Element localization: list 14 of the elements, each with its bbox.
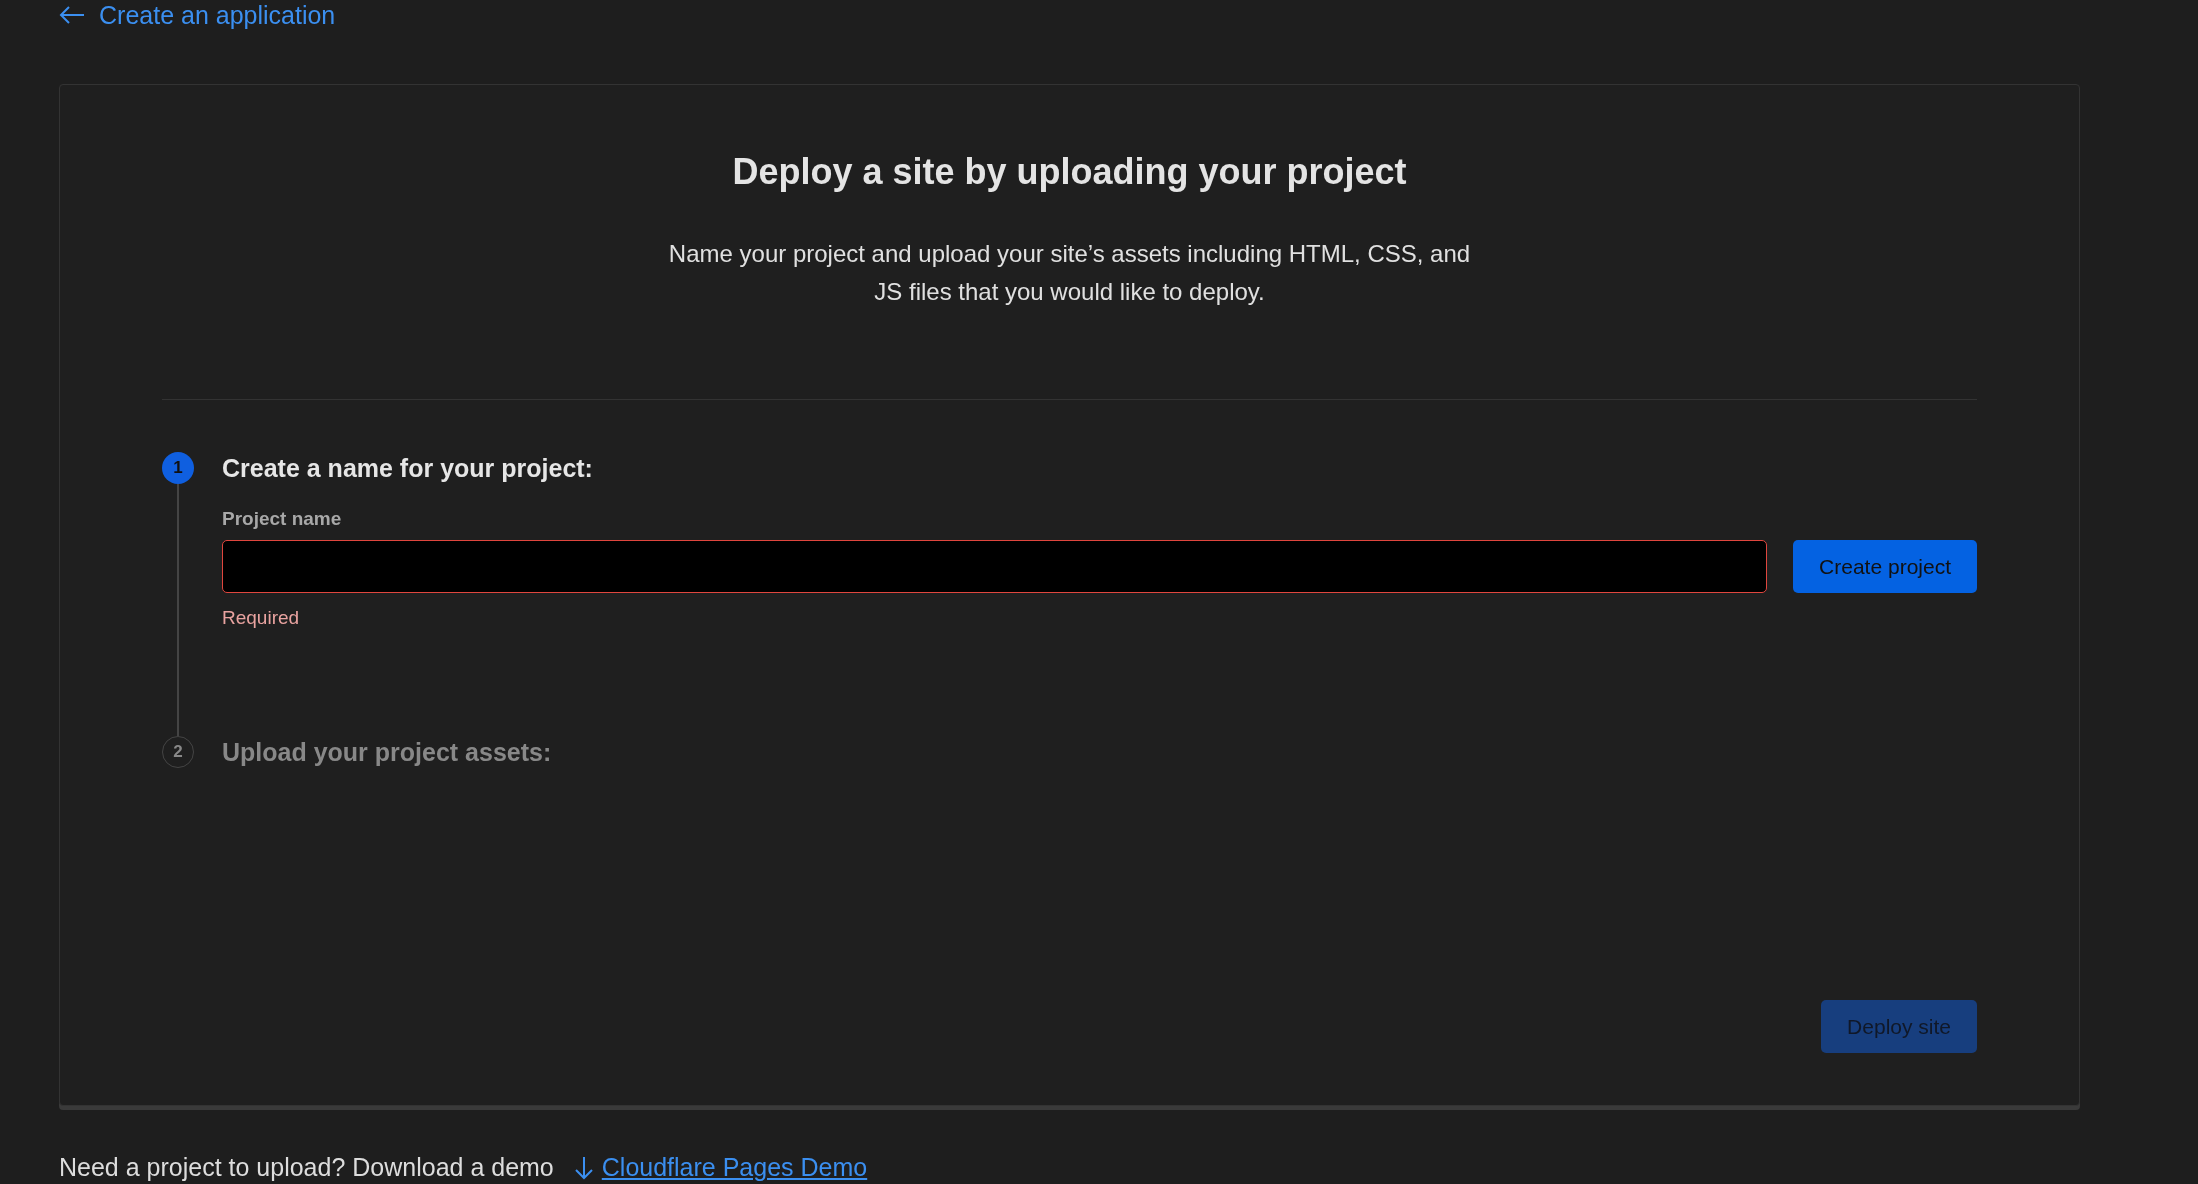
demo-download-link[interactable]: Cloudflare Pages Demo [573, 1153, 868, 1182]
description-text: Name your project and upload your site’s assets including HTML, CSS, and JS files that you would like to deploy. [667, 239, 1472, 307]
project-name-field[interactable] [222, 540, 1768, 593]
step-title: Upload your project assets: [222, 737, 553, 768]
download-arrow-icon [573, 1155, 594, 1180]
create-project-button[interactable]: Create project [1793, 540, 1977, 593]
field-label: Project name [222, 508, 343, 530]
left-arrow-icon [59, 5, 85, 25]
error-message: Required [222, 607, 301, 629]
step-title: Create a name for your project: [222, 453, 594, 484]
footer-text: Need a project to upload? Download a demo [59, 1153, 554, 1182]
step-number: 1 [162, 452, 194, 484]
back-link[interactable]: Create an application [59, 0, 336, 30]
page-title: Deploy a site by uploading your project [731, 151, 1408, 193]
